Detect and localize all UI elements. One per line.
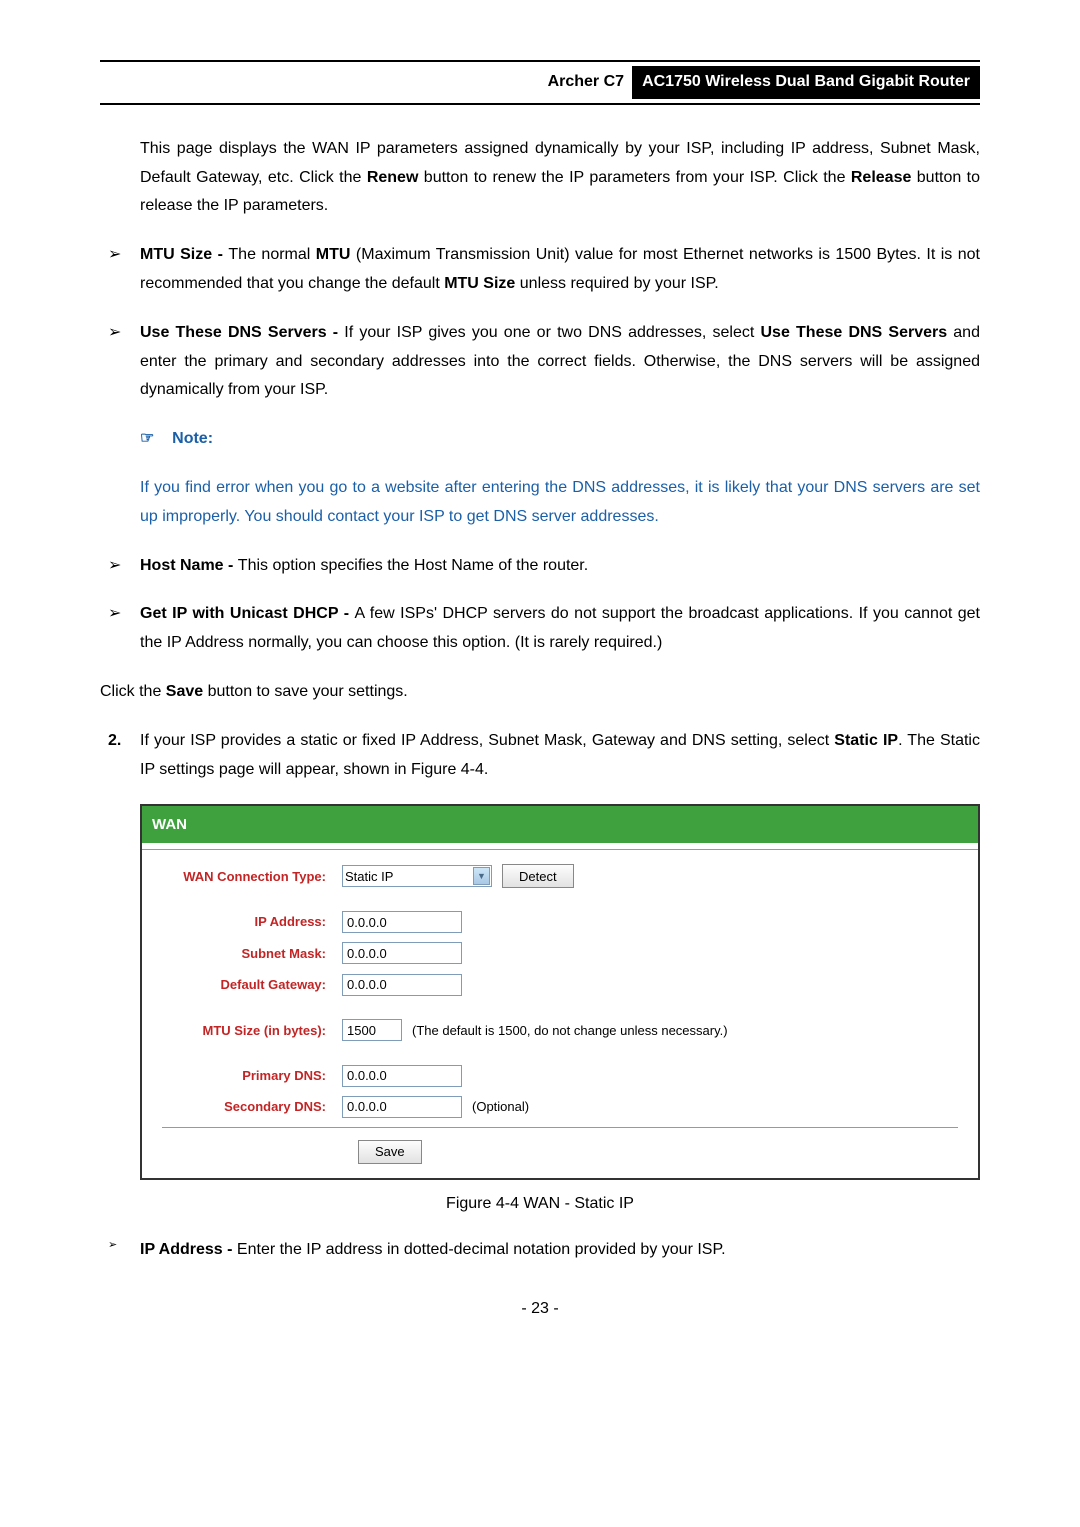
wan-label-subnet: Subnet Mask: xyxy=(162,942,342,965)
note-header: ☞ Note: xyxy=(140,425,980,454)
wan-label-mtu: MTU Size (in bytes): xyxy=(162,1019,342,1042)
wan-row-ip: IP Address: xyxy=(162,910,958,933)
wan-panel-body: WAN Connection Type: ▼ Detect IP Address… xyxy=(142,850,978,1177)
wan-row-primary-dns: Primary DNS: xyxy=(162,1064,958,1087)
triangle-bullet-icon: ➢ xyxy=(100,319,140,405)
wan-label-secondary-dns: Secondary DNS: xyxy=(162,1095,342,1118)
ip-address-input[interactable] xyxy=(342,911,462,933)
bullet-ip-address: ➢ IP Address - Enter the IP address in d… xyxy=(100,1236,980,1265)
wan-label-primary-dns: Primary DNS: xyxy=(162,1064,342,1087)
wan-row-subnet: Subnet Mask: xyxy=(162,942,958,965)
bullet-mtu: ➢ MTU Size - The normal MTU (Maximum Tra… xyxy=(100,241,980,299)
wan-row-secondary-dns: Secondary DNS: (Optional) xyxy=(162,1095,958,1118)
numbered-item-2: 2. If your ISP provides a static or fixe… xyxy=(100,727,980,785)
triangle-bullet-icon: ➢ xyxy=(100,241,140,299)
wan-save-row: Save xyxy=(162,1140,958,1164)
note-text: If you find error when you go to a websi… xyxy=(140,474,980,532)
wan-bottom-separator xyxy=(162,1127,958,1128)
page-number: - 23 - xyxy=(100,1295,980,1324)
page-header: Archer C7 AC1750 Wireless Dual Band Giga… xyxy=(100,62,980,103)
mtu-hint: (The default is 1500, do not change unle… xyxy=(412,1019,728,1042)
triangle-bullet-icon: ➢ xyxy=(100,600,140,658)
bullet-dns: ➢ Use These DNS Servers - If your ISP gi… xyxy=(100,319,980,405)
intro-paragraph: This page displays the WAN IP parameters… xyxy=(140,135,980,221)
wan-panel-title: WAN xyxy=(142,806,978,843)
note-label: Note: xyxy=(172,430,213,447)
triangle-bullet-icon: ➢ xyxy=(100,552,140,581)
default-gateway-input[interactable] xyxy=(342,974,462,996)
wan-label-ip: IP Address: xyxy=(162,910,342,933)
wan-row-mtu: MTU Size (in bytes): (The default is 150… xyxy=(162,1019,958,1042)
bullet-unicast: ➢ Get IP with Unicast DHCP - A few ISPs'… xyxy=(100,600,980,658)
header-model: Archer C7 xyxy=(548,68,624,97)
save-button[interactable]: Save xyxy=(358,1140,422,1164)
header-bottom-rule xyxy=(100,103,980,105)
header-title: AC1750 Wireless Dual Band Gigabit Router xyxy=(632,66,980,99)
bullet-hostname: ➢ Host Name - This option specifies the … xyxy=(100,552,980,581)
detect-button[interactable]: Detect xyxy=(502,864,574,888)
figure-caption: Figure 4-4 WAN - Static IP xyxy=(100,1190,980,1219)
secondary-dns-input[interactable] xyxy=(342,1096,462,1118)
mtu-size-input[interactable] xyxy=(342,1019,402,1041)
subnet-mask-input[interactable] xyxy=(342,942,462,964)
wan-row-connection-type: WAN Connection Type: ▼ Detect xyxy=(162,864,958,888)
wan-label-gateway: Default Gateway: xyxy=(162,973,342,996)
primary-dns-input[interactable] xyxy=(342,1065,462,1087)
wan-connection-type-select[interactable] xyxy=(342,865,492,887)
wan-label-connection-type: WAN Connection Type: xyxy=(162,865,342,888)
wan-connection-type-select-wrap: ▼ xyxy=(342,865,492,888)
secondary-dns-hint: (Optional) xyxy=(472,1095,529,1118)
wan-panel: WAN WAN Connection Type: ▼ Detect IP Add… xyxy=(140,804,980,1179)
triangle-bullet-icon: ➢ xyxy=(100,1236,140,1265)
wan-row-gateway: Default Gateway: xyxy=(162,973,958,996)
note-hand-icon: ☞ xyxy=(140,430,154,447)
save-line: Click the Save button to save your setti… xyxy=(100,678,980,707)
list-number: 2. xyxy=(100,727,140,785)
